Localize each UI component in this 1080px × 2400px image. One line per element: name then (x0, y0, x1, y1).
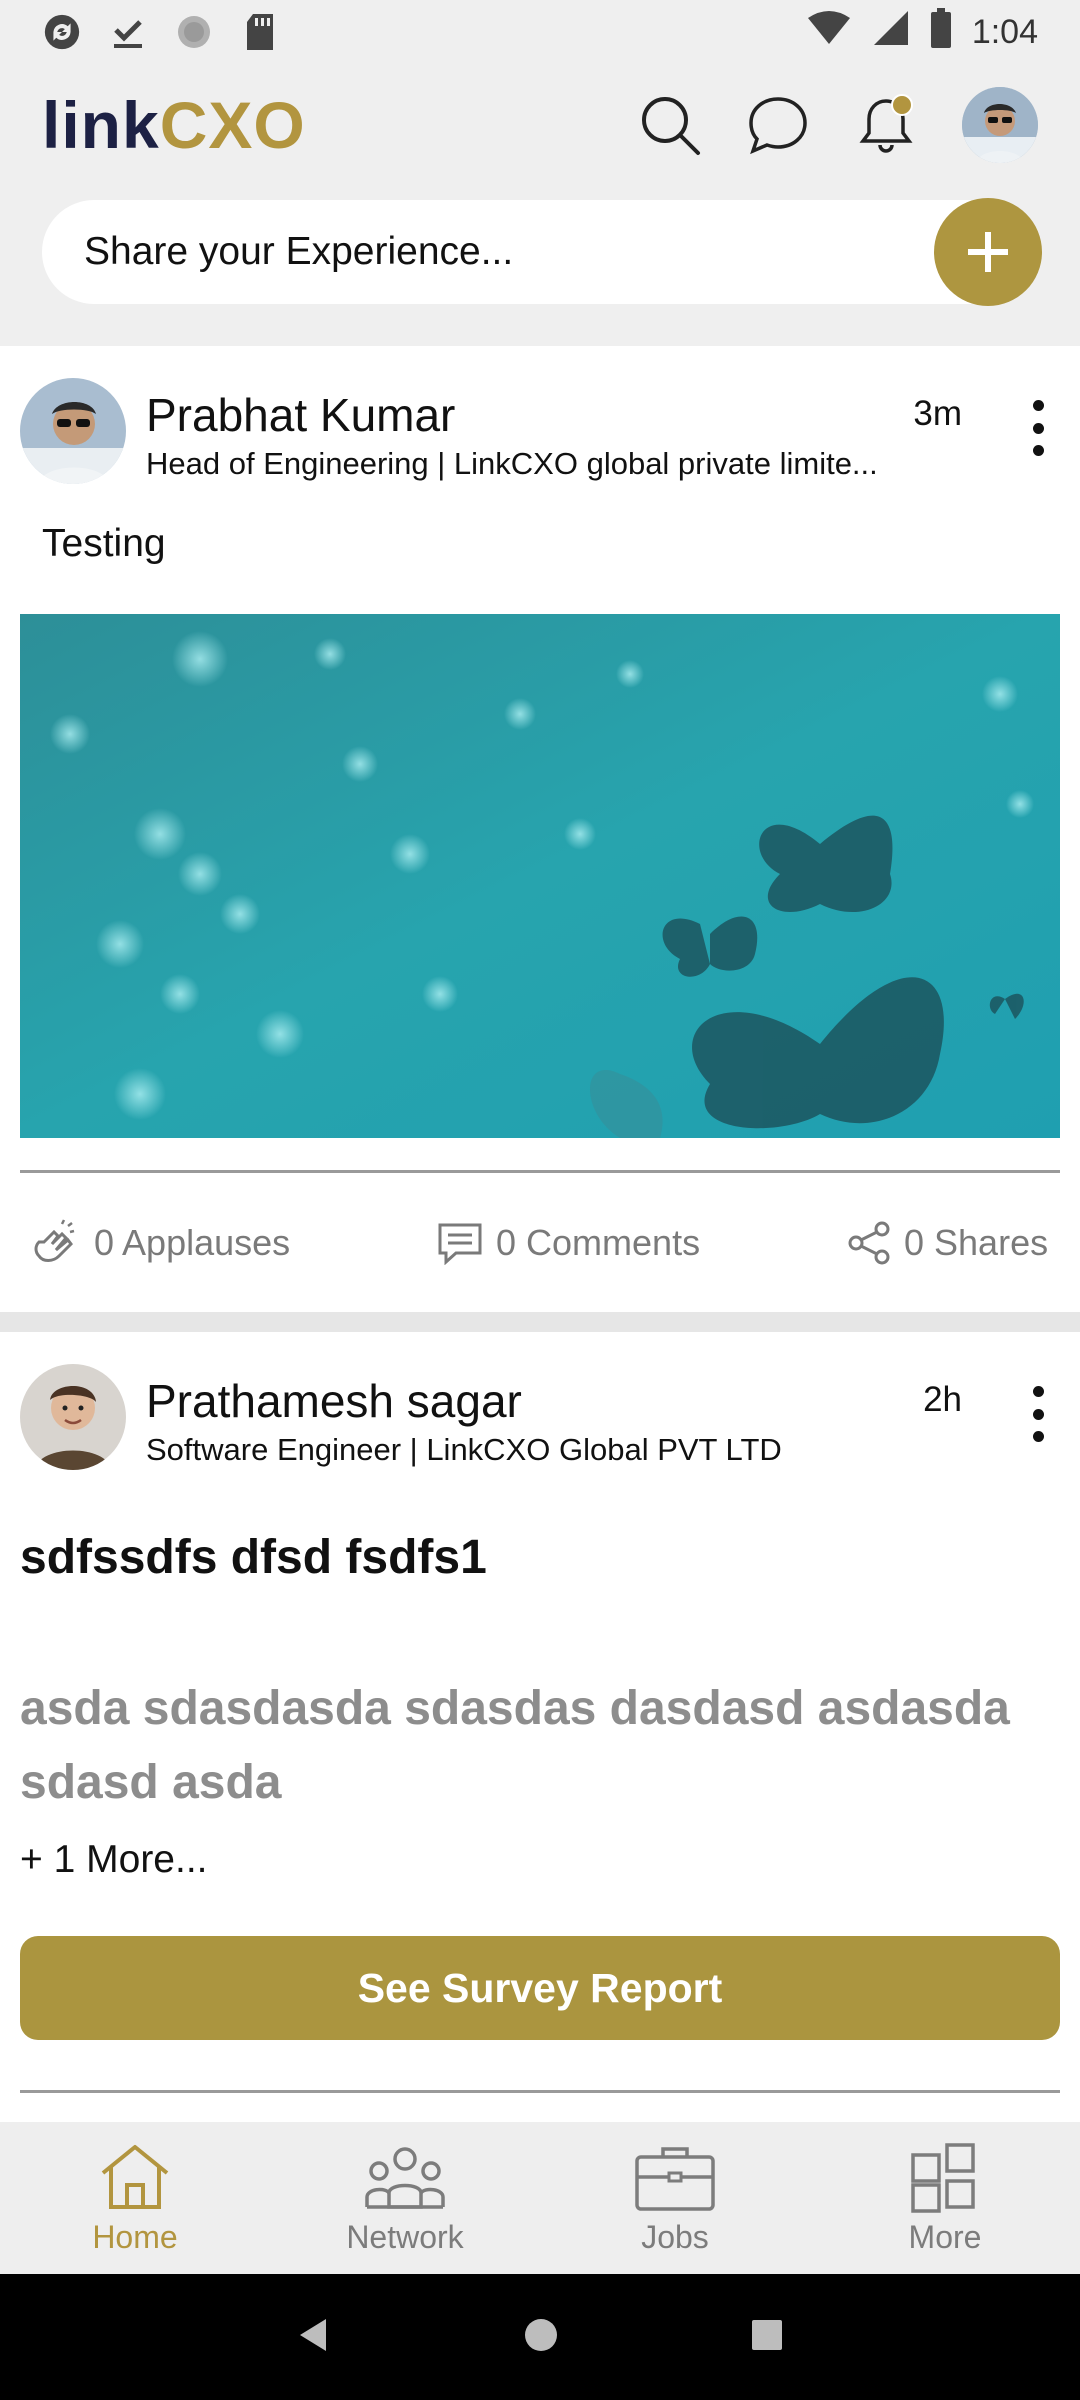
plus-icon (968, 232, 1008, 272)
post-reactions: 0 Applauses 0 Comments 0 Shares (0, 1208, 1080, 1278)
card-separator (0, 1312, 1080, 1332)
nav-network[interactable]: Network (270, 2122, 540, 2274)
app-screen: 1:04 link CXO Share your Experience... P… (0, 0, 1080, 2400)
nav-home-label: Home (92, 2218, 178, 2255)
search-icon[interactable] (638, 93, 702, 157)
share-experience-input[interactable] (84, 230, 864, 274)
see-survey-report-button[interactable]: See Survey Report (20, 1936, 1060, 2040)
wifi-icon (806, 10, 852, 55)
nav-jobs[interactable]: Jobs (540, 2122, 810, 2274)
status-time: 1:04 (971, 12, 1038, 51)
survey-more-link[interactable]: + 1 More... (20, 1838, 208, 1882)
nav-more[interactable]: More (810, 2122, 1080, 2274)
profile-avatar[interactable] (962, 87, 1038, 163)
share-button[interactable]: 0 Shares (848, 1221, 1048, 1265)
sync-icon (42, 12, 82, 52)
nav-network-label: Network (346, 2218, 464, 2255)
bottom-navigation: Home Network Jobs More (0, 2122, 1080, 2274)
system-navigation-bar (0, 2274, 1080, 2400)
post-time: 3m (913, 394, 962, 433)
more-options-icon[interactable] (1026, 400, 1050, 456)
battery-icon (930, 7, 952, 57)
post-card: Prabhat Kumar Head of Engineering | Link… (0, 346, 1080, 1312)
more-options-icon[interactable] (1026, 1386, 1050, 1442)
bell-icon[interactable] (854, 93, 918, 157)
back-icon[interactable] (296, 2317, 332, 2358)
logo-text-link: link (42, 88, 160, 162)
applause-button[interactable]: 0 Applauses (32, 1218, 290, 1268)
post-divider (20, 2090, 1060, 2093)
post-header: Prathamesh sagar Software Engineer | Lin… (0, 1332, 1080, 1470)
applause-count: 0 Applauses (94, 1222, 291, 1263)
linkcxo-logo[interactable]: link CXO (42, 87, 306, 163)
survey-title: sdfssdfs dfsd fsdfs1 (20, 1531, 487, 1584)
briefcase-icon (635, 2146, 715, 2211)
share-icon (848, 1221, 890, 1265)
author-avatar[interactable] (20, 1364, 126, 1470)
post-time: 2h (923, 1380, 962, 1419)
post-image[interactable] (20, 614, 1060, 1138)
add-post-button[interactable] (934, 198, 1042, 306)
author-headline: Software Engineer | LinkCXO Global PVT L… (146, 1432, 782, 1467)
nav-jobs-label: Jobs (641, 2218, 709, 2255)
nav-more-label: More (908, 2218, 982, 2255)
sd-card-icon (240, 12, 280, 52)
survey-description: asda sdasdasda sdasdas dasdasd asdasda s… (20, 1682, 1010, 1809)
logo-text-cxo: CXO (159, 88, 306, 162)
network-icon (365, 2146, 445, 2209)
share-experience-bar[interactable] (42, 198, 1042, 306)
post-divider (20, 1170, 1060, 1173)
comment-button[interactable]: 0 Comments (436, 1221, 700, 1265)
cell-signal-icon (872, 9, 910, 56)
app-header: link CXO (0, 70, 1080, 180)
author-name[interactable]: Prabhat Kumar (146, 388, 455, 442)
comment-count: 0 Comments (496, 1222, 701, 1263)
post-header: Prabhat Kumar Head of Engineering | Link… (0, 346, 1080, 484)
loading-icon (174, 12, 214, 52)
home-circle-icon[interactable] (523, 2317, 559, 2358)
clap-icon (34, 1219, 75, 1262)
download-done-icon (108, 12, 148, 52)
author-avatar[interactable] (20, 378, 126, 484)
chat-icon[interactable] (746, 93, 810, 157)
recents-icon[interactable] (750, 2318, 784, 2357)
share-count: 0 Shares (904, 1222, 1049, 1263)
author-headline: Head of Engineering | LinkCXO global pri… (146, 446, 878, 481)
comment-icon (438, 1223, 482, 1265)
author-name[interactable]: Prathamesh sagar (146, 1374, 522, 1428)
post-text: Testing (42, 522, 166, 565)
grid-icon (911, 2142, 975, 2213)
survey-post-card: Prathamesh sagar Software Engineer | Lin… (0, 1332, 1080, 2122)
status-bar: 1:04 (0, 0, 1080, 64)
home-icon (101, 2144, 169, 2209)
nav-home[interactable]: Home (0, 2122, 270, 2274)
